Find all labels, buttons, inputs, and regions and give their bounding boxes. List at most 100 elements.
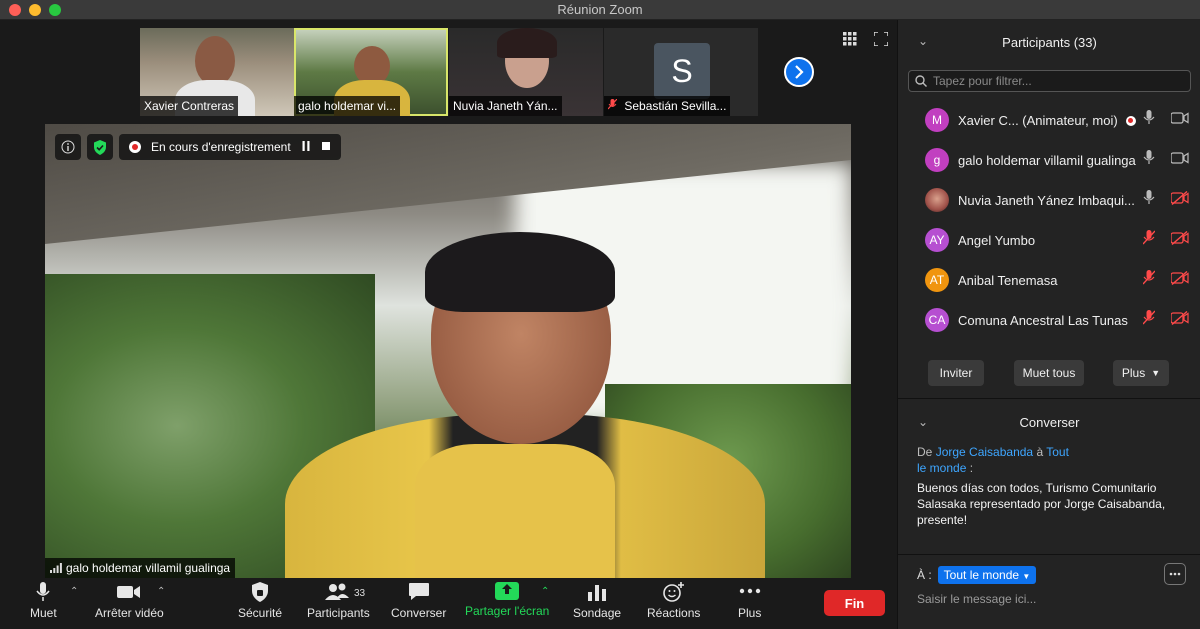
pause-recording-button[interactable] [301,140,311,154]
chat-message-header: De Jorge Caisabanda à Tout le monde : [917,445,1069,475]
participant-actions: Inviter Muet tous Plus ▼ [898,360,1200,386]
participants-more-button[interactable]: Plus ▼ [1113,360,1169,386]
chevron-down-icon: ▼ [1022,572,1031,581]
participant-name: galo holdemar villamil gualinga [958,152,1136,168]
video-off-icon[interactable] [1170,310,1189,330]
fullscreen-icon[interactable] [873,31,889,47]
security-button[interactable]: Sécurité [238,582,282,620]
stop-icon [321,142,330,150]
participants-icon [325,583,350,600]
more-dots-icon [1169,572,1181,576]
participant-row[interactable]: M Xavier C... (Animateur, moi) [898,100,1200,140]
stop-recording-button[interactable] [321,140,331,154]
participant-filter[interactable] [908,70,1191,92]
participant-name: Xavier C... (Animateur, moi) [958,113,1136,128]
window-titlebar: Réunion Zoom [0,0,1200,20]
chat-more-button[interactable] [1164,563,1186,585]
window-controls [9,4,61,16]
invite-button[interactable]: Inviter [928,360,984,386]
chat-message-text: Buenos días con todos, Turismo Comunitar… [917,481,1166,527]
mic-muted-icon[interactable] [1142,270,1156,290]
participant-name: Nuvia Janeth Yánez Imbaqui... [958,192,1135,208]
thumbnail-name: Xavier Contreras [140,96,239,116]
mic-muted-icon [607,98,620,113]
mic-muted-icon[interactable] [1142,230,1156,250]
shield-check-icon [94,139,106,155]
participant-row[interactable]: CA Comuna Ancestral Las Tunas [898,300,1200,340]
video-options-caret[interactable]: ⌃ [157,586,165,597]
chat-recipient-select[interactable]: Tout le monde ▼ [937,566,1037,584]
participant-row[interactable]: AY Angel Yumbo [898,220,1200,260]
polls-button[interactable]: Sondage [573,582,621,620]
end-meeting-button[interactable]: Fin [824,590,885,616]
shield-icon [252,582,269,602]
recording-icon [129,141,141,153]
search-icon [915,75,927,87]
active-speaker-name: galo holdemar villamil gualinga [45,558,236,578]
more-button[interactable]: Plus [738,582,761,620]
chevron-down-icon: ▼ [1151,368,1161,378]
active-speaker-video [45,124,851,578]
video-camera-icon[interactable] [1170,151,1189,170]
share-options-caret[interactable]: ⌃ [541,586,549,597]
microphone-icon[interactable] [1143,150,1155,170]
recording-label: En cours d'enregistrement [151,140,291,154]
meeting-info-button[interactable] [55,134,81,160]
video-off-icon[interactable] [1170,230,1189,250]
more-dots-icon [739,588,760,594]
video-off-icon[interactable] [1170,270,1189,290]
stop-video-button[interactable]: Arrêter vidéo [95,582,164,620]
share-screen-icon [495,582,520,600]
participant-thumbnail[interactable]: Xavier Contreras [140,28,294,116]
audio-options-caret[interactable]: ⌃ [70,586,78,597]
video-off-icon[interactable] [1170,190,1189,210]
chat-sender-link[interactable]: Jorge Caisabanda [936,445,1033,459]
participant-thumbnail[interactable]: S Sebastián Sevilla... [604,28,758,116]
thumbnail-name: galo holdemar vi... [294,96,401,116]
participant-row[interactable]: AT Anibal Tenemasa [898,260,1200,300]
next-page-button[interactable] [784,57,814,87]
participant-row[interactable]: Nuvia Janeth Yánez Imbaqui... [898,180,1200,220]
participant-list: M Xavier C... (Animateur, moi) g galo holde… [898,100,1200,350]
participant-thumbnail-active[interactable]: galo holdemar vi... [294,28,448,116]
participant-avatar: M [925,108,949,132]
side-panel: ⌄ Participants (33) MXavier C... (Animat… [897,20,1200,629]
window-title: Réunion Zoom [557,2,643,17]
chat-input-divider [898,554,1200,555]
mic-muted-icon[interactable] [1142,310,1156,330]
video-camera-icon [117,586,141,598]
encryption-button[interactable] [87,134,113,160]
chat-button[interactable]: Converser [391,582,446,620]
participants-count-badge: 33 [354,588,366,599]
participant-row[interactable]: g galo holdemar villamil gualinga [898,140,1200,180]
minimize-window-button[interactable] [29,4,41,16]
filter-input[interactable] [933,74,1173,88]
microphone-icon[interactable] [1143,110,1155,130]
share-screen-button[interactable]: Partager l'écran [465,582,549,618]
participant-avatar: S [654,43,710,99]
participant-name: Anibal Tenemasa [958,272,1058,288]
participant-avatar: CA [925,308,949,332]
bar-chart-icon [588,585,607,601]
participant-avatar: AT [925,268,949,292]
mute-all-button[interactable]: Muet tous [1014,360,1084,386]
chat-message-input[interactable] [917,592,1187,606]
participant-thumbnail[interactable]: Nuvia Janeth Yán... [449,28,603,116]
emoji-plus-icon [662,582,684,602]
mute-button[interactable]: Muet [30,582,57,620]
maximize-window-button[interactable] [49,4,61,16]
meeting-area: Xavier Contreras galo holdemar vi... Nuv… [0,20,897,578]
microphone-icon[interactable] [1143,190,1155,210]
participant-name: Angel Yumbo [958,232,1036,248]
thumbnail-name: Sebastián Sevilla... [604,96,731,116]
close-window-button[interactable] [9,4,21,16]
reactions-button[interactable]: Réactions [647,582,700,620]
chat-recipient-link[interactable]: Tout [1046,445,1069,459]
recording-status: En cours d'enregistrement [119,134,341,160]
video-camera-icon[interactable] [1170,111,1189,130]
participant-avatar: g [925,148,949,172]
gallery-view-icon[interactable] [843,32,857,46]
participant-avatar: AY [925,228,949,252]
chat-panel-title: Converser [1019,414,1080,430]
participant-avatar [925,188,949,212]
